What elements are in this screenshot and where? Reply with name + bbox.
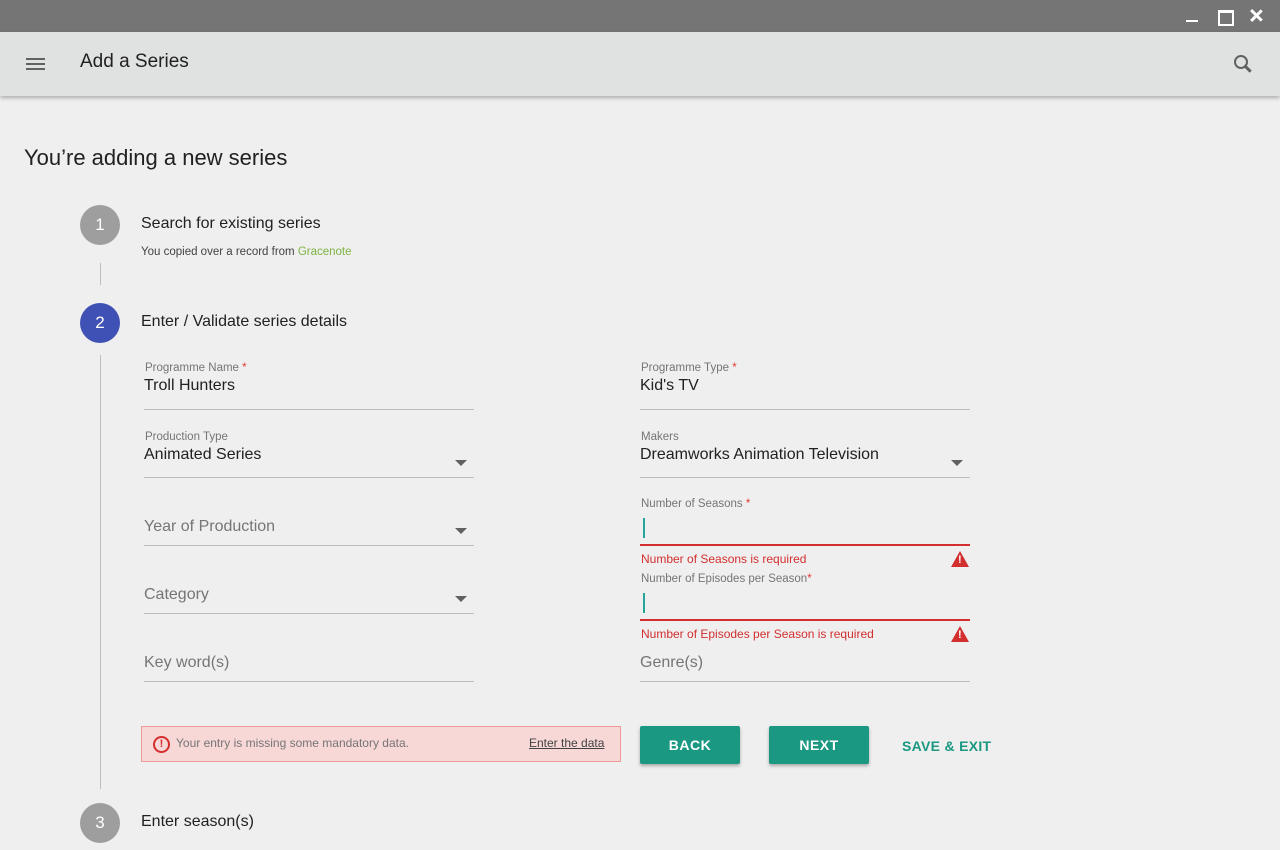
- next-button[interactable]: NEXT: [769, 726, 869, 764]
- field-label: Programme Name *: [145, 362, 247, 374]
- alert-message: Your entry is missing some mandatory dat…: [176, 736, 409, 750]
- field-label: Number of Seasons *: [641, 498, 751, 510]
- field-underline: [640, 477, 970, 478]
- field-underline: [144, 477, 474, 478]
- category-placeholder: Category: [144, 586, 209, 603]
- field-underline: [640, 409, 970, 410]
- genres-input[interactable]: Genre(s): [640, 654, 970, 684]
- step-connector: [100, 355, 101, 789]
- makers-select[interactable]: Makers Dreamworks Animation Television: [640, 431, 970, 479]
- programme-name-field[interactable]: Programme Name * Troll Hunters: [144, 362, 474, 410]
- field-underline: [144, 613, 474, 614]
- search-icon[interactable]: [1232, 53, 1254, 75]
- field-label: Programme Type *: [641, 362, 737, 374]
- field-label: Number of Episodes per Season*: [641, 573, 812, 585]
- programme-type-field[interactable]: Programme Type * Kid's TV: [640, 362, 970, 410]
- missing-data-alert: ! Your entry is missing some mandatory d…: [141, 726, 621, 762]
- close-icon[interactable]: [1246, 6, 1266, 26]
- field-underline: [640, 619, 970, 621]
- field-label: Production Type: [145, 431, 228, 443]
- window-titlebar: [0, 0, 1280, 32]
- production-type-value: Animated Series: [144, 446, 262, 463]
- category-select[interactable]: Category: [144, 586, 474, 616]
- text-cursor: [643, 593, 645, 613]
- save-exit-button[interactable]: SAVE & EXIT: [902, 738, 991, 754]
- step-connector: [100, 263, 101, 285]
- field-underline: [640, 544, 970, 546]
- field-underline: [144, 409, 474, 410]
- field-underline: [144, 681, 474, 682]
- appbar-title: Add a Series: [80, 51, 189, 72]
- episodes-per-season-error: Number of Episodes per Season is require…: [641, 627, 874, 641]
- number-of-seasons-input[interactable]: Number of Seasons * Number of Seasons is…: [640, 498, 970, 568]
- number-of-seasons-error: Number of Seasons is required: [641, 552, 807, 566]
- step-2-title: Enter / Validate series details: [141, 313, 348, 330]
- programme-name-value: Troll Hunters: [144, 377, 235, 394]
- maximize-icon[interactable]: [1214, 6, 1234, 26]
- minimize-icon[interactable]: [1182, 6, 1202, 26]
- field-underline: [144, 545, 474, 546]
- chevron-down-icon: [455, 528, 467, 534]
- warning-icon: [951, 551, 969, 567]
- step-1-subtitle-text: You copied over a record from: [141, 246, 298, 258]
- episodes-per-season-input[interactable]: Number of Episodes per Season* Number of…: [640, 573, 970, 643]
- step-1-subtitle: You copied over a record from Gracenote: [141, 246, 352, 258]
- menu-icon[interactable]: [26, 56, 46, 72]
- field-underline: [640, 681, 970, 682]
- chevron-down-icon: [951, 460, 963, 466]
- step-2-indicator: 2: [80, 303, 120, 343]
- chevron-down-icon: [455, 460, 467, 466]
- app-bar: Add a Series: [0, 32, 1280, 96]
- gracenote-link[interactable]: Gracenote: [298, 246, 352, 258]
- text-cursor: [643, 518, 645, 538]
- error-icon: !: [153, 736, 170, 753]
- keywords-placeholder: Key word(s): [144, 654, 230, 671]
- keywords-input[interactable]: Key word(s): [144, 654, 474, 684]
- step-3-title[interactable]: Enter season(s): [141, 813, 254, 831]
- step-1-title[interactable]: Search for existing series: [141, 215, 321, 233]
- field-label: Makers: [641, 431, 679, 443]
- year-of-production-select[interactable]: Year of Production: [144, 518, 474, 548]
- back-button[interactable]: BACK: [640, 726, 740, 764]
- year-of-production-placeholder: Year of Production: [144, 518, 276, 535]
- step-1-indicator: 1: [80, 205, 120, 245]
- genres-placeholder: Genre(s): [640, 654, 704, 671]
- production-type-select[interactable]: Production Type Animated Series: [144, 431, 474, 479]
- warning-icon: [951, 626, 969, 642]
- programme-type-value: Kid's TV: [640, 377, 699, 394]
- chevron-down-icon: [455, 596, 467, 602]
- page-title: You’re adding a new series: [24, 145, 288, 170]
- enter-data-link[interactable]: Enter the data: [529, 736, 604, 750]
- makers-value: Dreamworks Animation Television: [640, 446, 879, 463]
- step-3-indicator: 3: [80, 803, 120, 843]
